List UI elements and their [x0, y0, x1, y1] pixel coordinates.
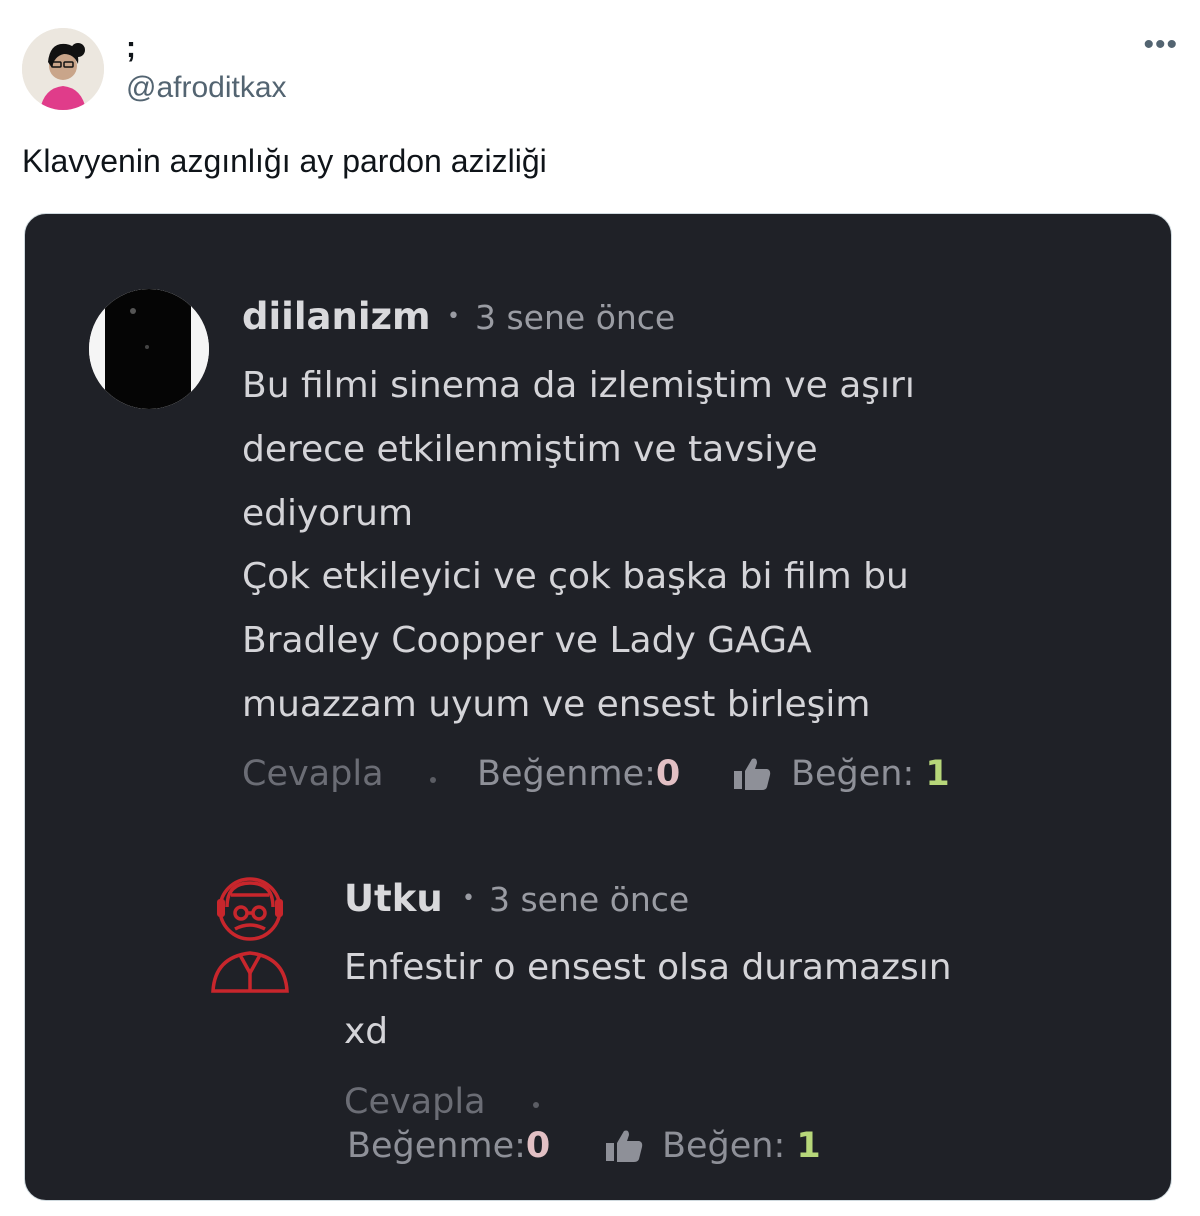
commenter-avatar-photo — [89, 289, 209, 409]
author-handle[interactable]: @afroditkax — [126, 68, 287, 108]
commenter-avatar — [89, 289, 209, 409]
author-display-name[interactable]: ; — [126, 28, 136, 68]
author-avatar[interactable] — [22, 28, 104, 110]
dislike-label: Beğenme: — [477, 754, 656, 794]
reply-button[interactable]: Cevapla — [242, 752, 384, 796]
like-count: 1 — [925, 754, 950, 794]
dislike-button[interactable]: Beğenme:0 — [347, 1124, 550, 1168]
comment-body-line: Çok etkileyici ve çok başka bi film bu — [242, 556, 909, 597]
tweet-text: Klavyenin azgınlığı ay pardon azizliği — [22, 143, 547, 179]
dislike-count: 0 — [525, 1126, 551, 1166]
dislike-count: 0 — [655, 754, 681, 794]
like-count: 1 — [796, 1126, 821, 1166]
like-label: Beğen: — [662, 1126, 786, 1166]
commenter-avatar — [205, 869, 295, 994]
reply-button[interactable]: Cevapla — [344, 1080, 486, 1124]
dislike-button[interactable]: Beğenme:0 — [477, 752, 680, 796]
comment-username[interactable]: Utku — [344, 877, 443, 921]
comment-body-line: xd — [344, 1011, 389, 1052]
thumbs-up-icon[interactable] — [732, 755, 772, 793]
comment-time: 3 sene önce — [489, 880, 690, 919]
comment-time: 3 sene önce — [475, 298, 676, 337]
comment-body-line: Enfestir o ensest olsa duramazsın — [344, 947, 952, 988]
more-horizontal-icon[interactable]: ••• — [1143, 30, 1178, 60]
dislike-label: Beğenme: — [347, 1126, 526, 1166]
like-button[interactable]: Beğen: 1 — [662, 1124, 821, 1168]
like-button[interactable]: Beğen: 1 — [791, 752, 950, 796]
separator-dot — [533, 1102, 539, 1108]
separator-dot: • — [447, 304, 460, 329]
comment-body-line: Bu filmi sinema da izlemiştim ve aşırı — [242, 365, 915, 406]
comment-body-line: Bradley Coopper ve Lady GAGA — [242, 620, 812, 661]
comment-body-line: muazzam uyum ve ensest birleşim — [242, 684, 871, 725]
comment-body-line: ediyorum — [242, 493, 414, 534]
old-man-avatar-icon — [211, 877, 289, 993]
tweet-media-image[interactable]: diilanizm • 3 sene önce Bu filmi sinema … — [24, 213, 1172, 1201]
like-label: Beğen: — [791, 754, 915, 794]
comment-body-line: derece etkilenmiştim ve tavsiye — [242, 429, 818, 470]
author-avatar-illustration — [22, 28, 104, 110]
comment-username[interactable]: diilanizm — [242, 295, 431, 339]
separator-dot — [430, 777, 436, 783]
thumbs-up-icon[interactable] — [604, 1127, 644, 1165]
separator-dot: • — [462, 886, 475, 911]
